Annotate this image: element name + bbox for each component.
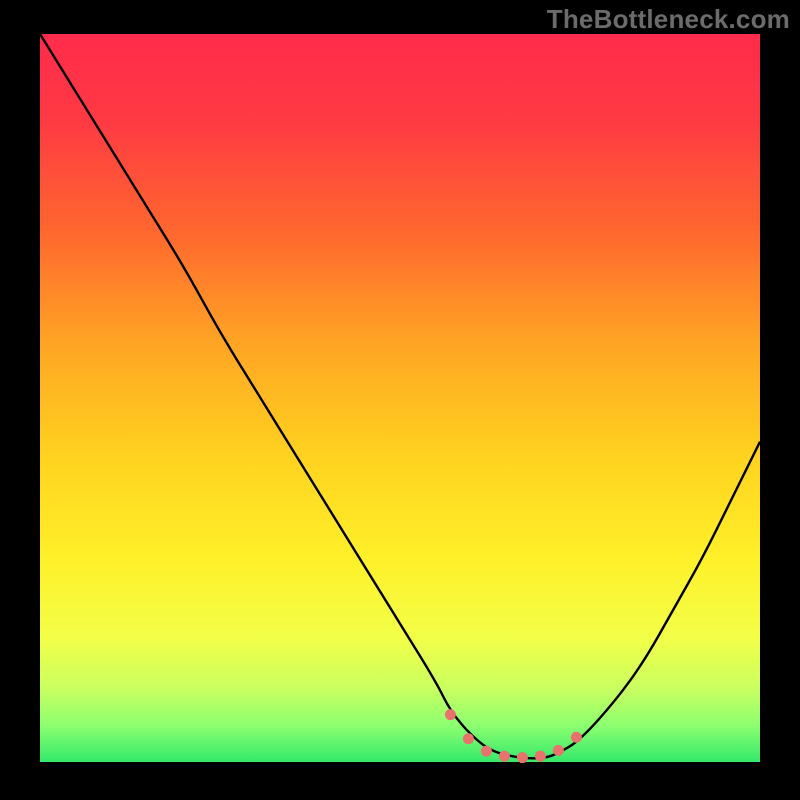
optimal-marker (571, 732, 582, 743)
bottleneck-chart (0, 0, 800, 800)
optimal-marker (535, 751, 546, 762)
optimal-marker (553, 745, 564, 756)
optimal-marker (463, 733, 474, 744)
optimal-marker (445, 709, 456, 720)
chart-container: TheBottleneck.com (0, 0, 800, 800)
watermark-text: TheBottleneck.com (547, 4, 790, 35)
chart-gradient-bg (40, 34, 760, 762)
optimal-marker (499, 751, 510, 762)
optimal-marker (517, 752, 528, 763)
optimal-marker (481, 746, 492, 757)
